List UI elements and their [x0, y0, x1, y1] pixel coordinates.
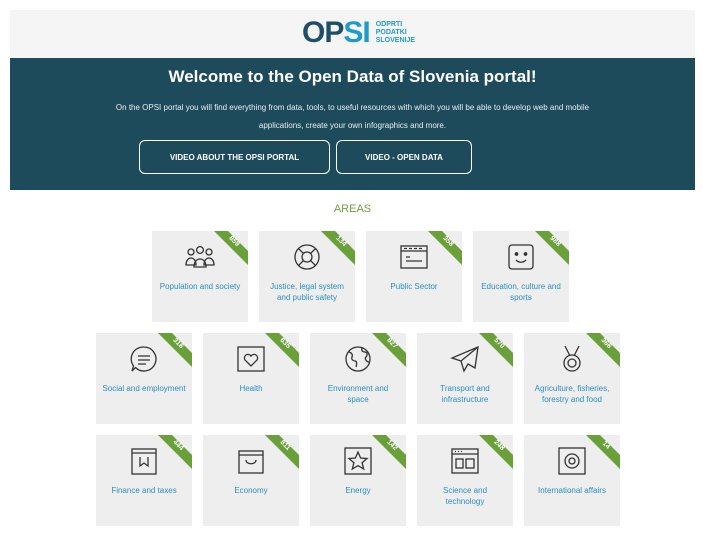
area-label: Economy — [234, 486, 268, 495]
logo-sub-line: ODPRTI — [375, 21, 403, 28]
bag-icon — [235, 445, 267, 477]
target-icon — [556, 445, 588, 477]
count-badge: 635 — [265, 333, 299, 367]
people-icon — [184, 241, 216, 273]
count-badge: 142 — [372, 435, 406, 469]
count-badge: 570 — [479, 333, 513, 367]
count-badge: 14 — [586, 435, 620, 469]
area-label: Justice, legal system and public safety — [270, 282, 344, 302]
area-tile[interactable]: 811 Economy — [203, 435, 299, 526]
description-line: On the OPSI portal you will find everyth… — [115, 103, 590, 112]
area-tile[interactable]: 366 Agriculture, fisheries, forestry and… — [524, 333, 620, 424]
count-badge: 366 — [586, 333, 620, 367]
count-badge: 988 — [535, 231, 569, 265]
chat-icon — [128, 343, 160, 375]
area-label: Energy — [345, 486, 371, 495]
count-badge: 811 — [265, 435, 299, 469]
count-badge: 134 — [321, 231, 355, 265]
site-header: OPSI ODPRTI PODATKI SLOVENIJE — [10, 10, 695, 58]
area-tile[interactable]: 248 Science and technology — [417, 435, 513, 526]
logo-op: OP — [302, 16, 344, 49]
logo-subtitle: ODPRTI PODATKI SLOVENIJE — [376, 21, 436, 45]
count-badge: 827 — [372, 333, 406, 367]
area-label: Agriculture, fisheries, forestry and foo… — [534, 384, 610, 404]
welcome-banner: Welcome to the Open Data of Slovenia por… — [10, 58, 695, 190]
area-label: Population and society — [159, 282, 241, 291]
areas-heading: AREAS — [333, 203, 372, 215]
count-badge: 316 — [158, 333, 192, 367]
area-tile[interactable]: 827 Environment and space — [310, 333, 406, 424]
paper-plane-icon — [449, 343, 481, 375]
count-badge: 248 — [479, 435, 513, 469]
area-label: Transport and infrastructure — [440, 384, 490, 404]
area-label: Science and technology — [442, 486, 488, 506]
medal-icon — [556, 343, 588, 375]
heart-icon — [235, 343, 267, 375]
video-portal-button[interactable]: VIDEO ABOUT THE OPSI PORTAL — [139, 140, 330, 174]
logo-wordmark: OPSI — [302, 16, 371, 49]
area-tile[interactable]: 142 Energy — [310, 435, 406, 526]
count-badge: 358 — [428, 231, 462, 265]
area-label: International affairs — [538, 486, 606, 495]
star-icon — [342, 445, 374, 477]
banner-title: Welcome to the Open Data of Slovenia por… — [168, 67, 537, 86]
area-tile[interactable]: 444 Finance and taxes — [96, 435, 192, 526]
count-badge: 859 — [214, 231, 248, 265]
count-badge: 444 — [158, 435, 192, 469]
area-tile[interactable]: 635 Health — [203, 333, 299, 424]
globe-icon — [342, 343, 374, 375]
area-label: Health — [239, 384, 263, 393]
smiley-icon — [505, 241, 537, 273]
window-icon — [449, 445, 481, 477]
lifebuoy-icon — [291, 241, 323, 273]
opsi-logo[interactable]: OPSI ODPRTI PODATKI SLOVENIJE — [302, 18, 436, 48]
wallet-icon — [128, 445, 160, 477]
logo-si: SI — [343, 16, 370, 49]
page-frame: OPSI ODPRTI PODATKI SLOVENIJE Welcome to… — [10, 10, 695, 530]
area-tile[interactable]: 316 Social and employment — [96, 333, 192, 424]
area-tile[interactable]: 859 Population and society — [152, 231, 248, 322]
logo-sub-line: PODATKI — [375, 29, 407, 36]
area-label: Education, culture and sports — [481, 282, 561, 302]
area-tile[interactable]: 358 Public Sector — [366, 231, 462, 322]
area-label: Social and employment — [102, 384, 186, 393]
building-icon — [398, 241, 430, 273]
logo-sub-line: SLOVENIJE — [375, 37, 416, 44]
area-label: Finance and taxes — [111, 486, 177, 495]
video-opendata-button[interactable]: VIDEO - OPEN DATA — [336, 140, 472, 174]
area-label: Public Sector — [390, 282, 438, 291]
area-tile[interactable]: 134 Justice, legal system and public saf… — [259, 231, 355, 322]
area-tile[interactable]: 14 International affairs — [524, 435, 620, 526]
description-line: applications, create your own infographi… — [258, 121, 447, 130]
area-tile[interactable]: 988 Education, culture and sports — [473, 231, 569, 322]
area-label: Environment and space — [327, 384, 389, 404]
area-tile[interactable]: 570 Transport and infrastructure — [417, 333, 513, 424]
banner-description: On the OPSI portal you will find everyth… — [30, 99, 675, 135]
